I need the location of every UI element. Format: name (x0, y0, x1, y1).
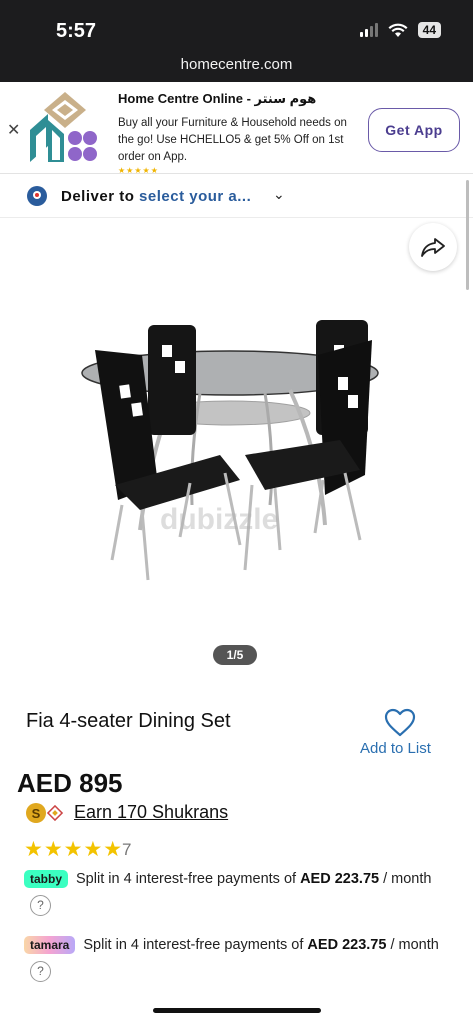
tamara-logo: tamara (24, 936, 76, 955)
status-time: 5:57 (56, 20, 97, 42)
tabby-logo: tabby (24, 870, 69, 889)
product-image[interactable] (80, 305, 390, 590)
home-indicator[interactable] (153, 1008, 321, 1013)
app-promo-banner: ✕ Home Centre Online - هوم سنتر Buy all … (0, 82, 473, 175)
add-to-list-button[interactable]: Add to List (360, 740, 431, 757)
scrollbar[interactable] (466, 180, 469, 290)
share-icon (421, 238, 445, 257)
image-counter: 1/5 (213, 645, 257, 665)
deliver-to-text: Deliver to select your a... (61, 188, 251, 205)
url-bar[interactable]: homecentre.com (0, 56, 473, 73)
shukrans-link[interactable]: Earn 170 Shukrans (74, 802, 228, 823)
tamara-payment-plan: tamara Split in 4 interest-free payments … (24, 932, 444, 984)
status-icons: 44 (359, 22, 441, 38)
select-address-link[interactable]: select your a... (139, 188, 251, 205)
location-pin-icon (27, 186, 47, 206)
tabby-plan-text: Split in 4 interest-free payments of (76, 871, 301, 887)
heart-icon[interactable] (384, 708, 416, 738)
banner-description: Buy all your Furniture & Household needs… (118, 117, 347, 163)
tamara-installment-amount: AED 223.75 (307, 937, 387, 953)
rating-count[interactable]: 7 (122, 840, 131, 860)
tabby-payment-plan: tabby Split in 4 interest-free payments o… (24, 866, 444, 918)
tabby-plan-suffix: / month (379, 871, 432, 887)
help-icon[interactable]: ? (30, 960, 51, 982)
banner-title: Home Centre Online - هوم سنتر (118, 91, 317, 106)
deliver-to-label: Deliver to (61, 188, 140, 205)
tamara-plan-suffix: / month (386, 937, 439, 953)
banner-rating-stars: ★★★★★ (118, 166, 159, 175)
cellular-signal-icon (359, 23, 378, 37)
close-icon[interactable]: ✕ (7, 120, 20, 140)
svg-text:S: S (32, 806, 41, 821)
get-app-button[interactable]: Get App (368, 108, 460, 152)
product-title: Fia 4-seater Dining Set (26, 710, 231, 732)
help-icon[interactable]: ? (30, 894, 51, 916)
tamara-plan-text: Split in 4 interest-free payments of (83, 937, 308, 953)
wifi-icon (388, 23, 408, 37)
battery-indicator: 44 (417, 22, 441, 38)
product-price: AED 895 (17, 768, 123, 798)
watermark: dubizzle (160, 503, 279, 536)
home-centre-logo (30, 92, 97, 162)
browser-top-bar: 5:57 44 homecentre.com (0, 0, 473, 82)
delivery-location-bar[interactable]: Deliver to select your a... ⌄ (0, 176, 473, 218)
chevron-down-icon[interactable]: ⌄ (273, 186, 285, 203)
rating-stars[interactable]: ★★★★★ (24, 837, 123, 862)
shukran-icon: S (26, 803, 64, 823)
share-button[interactable] (409, 223, 457, 271)
tabby-installment-amount: AED 223.75 (300, 871, 380, 887)
